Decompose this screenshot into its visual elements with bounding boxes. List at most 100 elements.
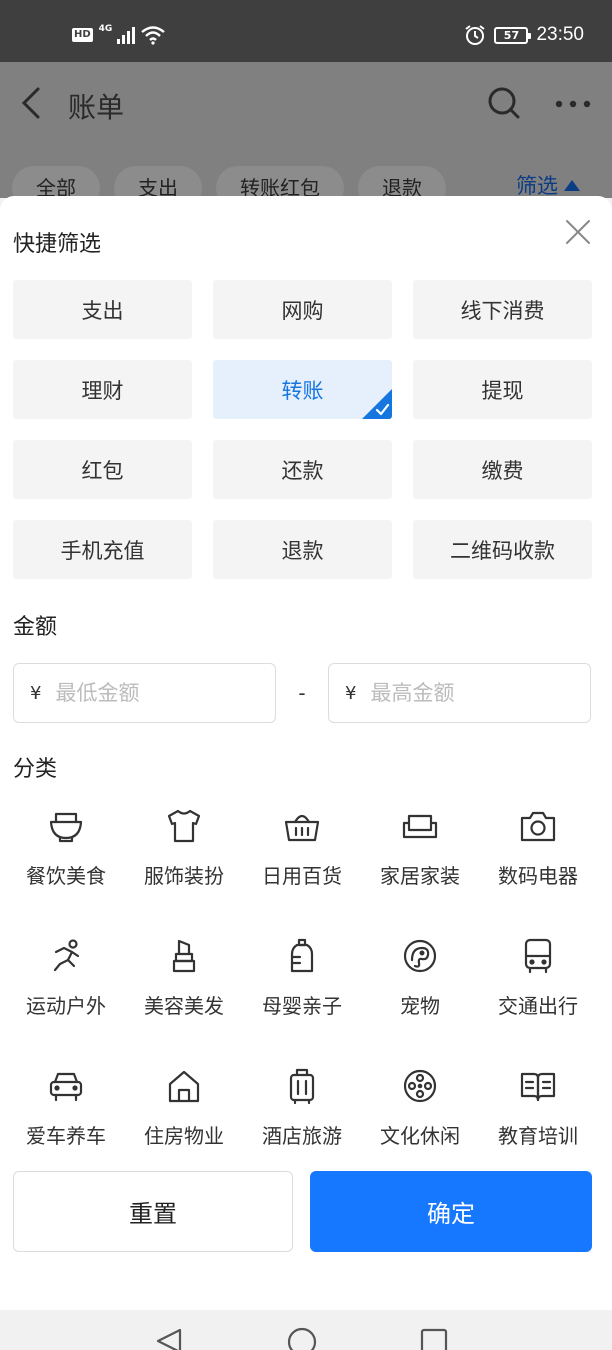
chip-qr-receipt[interactable]: 二维码收款 <box>413 520 592 579</box>
close-icon[interactable] <box>564 218 592 246</box>
house-icon <box>168 1070 200 1103</box>
network-type: 4G <box>98 24 113 34</box>
triangle-up-icon <box>564 179 580 191</box>
chip-label: 提现 <box>481 378 524 403</box>
category-label: 数码电器 <box>498 864 578 888</box>
chip-refund[interactable]: 退款 <box>213 520 392 579</box>
category-label: 爱车养车 <box>26 1124 106 1148</box>
battery-indicator: 57 <box>494 26 532 44</box>
runner-icon <box>53 939 80 972</box>
max-amount-box[interactable]: ¥ <box>328 663 591 723</box>
chip-repayment[interactable]: 还款 <box>213 440 392 499</box>
bowl-icon <box>49 812 83 843</box>
min-amount-input[interactable] <box>55 681 236 705</box>
category-home[interactable]: 家居家装 <box>361 800 479 930</box>
category-label: 美容美发 <box>144 994 224 1018</box>
basket-icon <box>284 814 320 842</box>
category-label: 住房物业 <box>144 1124 224 1148</box>
category-sports[interactable]: 运动户外 <box>7 930 125 1060</box>
category-label: 日用百货 <box>262 864 342 888</box>
more-icon[interactable] <box>553 90 593 118</box>
category-grid: 餐饮美食 服饰装扮 日用百货 家居家装 数码电器 运动户外 美容美发 母婴亲子 … <box>7 800 597 1190</box>
chip-online-shopping[interactable]: 网购 <box>213 280 392 339</box>
back-arrow-icon[interactable] <box>16 86 46 120</box>
category-label: 宠物 <box>400 994 440 1018</box>
chip-label: 二维码收款 <box>450 538 555 563</box>
chip-label: 转账 <box>281 378 324 403</box>
category-beauty[interactable]: 美容美发 <box>125 930 243 1060</box>
hd-badge: HD <box>72 28 93 42</box>
alarm-icon <box>465 25 486 45</box>
chip-mobile-topup[interactable]: 手机充值 <box>13 520 192 579</box>
nav-recent-icon[interactable] <box>420 1328 448 1350</box>
category-label: 家居家装 <box>380 864 460 888</box>
category-label: 交通出行 <box>498 994 578 1018</box>
page-title: 账单 <box>68 91 125 124</box>
category-label: 酒店旅游 <box>262 1124 342 1148</box>
camera-icon <box>520 811 556 842</box>
currency-symbol: ¥ <box>30 682 42 704</box>
car-icon <box>49 1072 83 1102</box>
chip-red-packet[interactable]: 红包 <box>13 440 192 499</box>
amount-title: 金额 <box>13 615 58 640</box>
min-amount-box[interactable]: ¥ <box>13 663 276 723</box>
max-amount-input[interactable] <box>370 681 551 705</box>
signal-icon <box>117 27 136 44</box>
checkmark-icon <box>362 389 392 419</box>
shirt-icon <box>167 809 201 843</box>
chip-expense[interactable]: 支出 <box>13 280 192 339</box>
reset-button[interactable]: 重置 <box>13 1171 293 1252</box>
chip-label: 支出 <box>81 298 124 323</box>
amount-range: ¥ - ¥ <box>13 663 591 723</box>
confirm-button[interactable]: 确定 <box>310 1171 592 1252</box>
chip-offline-spending[interactable]: 线下消费 <box>413 280 592 339</box>
nav-home-icon[interactable] <box>286 1326 318 1350</box>
film-reel-icon <box>403 1069 437 1103</box>
category-label: 餐饮美食 <box>26 864 106 888</box>
quick-filter-grid: 支出 网购 线下消费 理财 转账 提现 红包 还款 缴费 手机充值 退款 二维码… <box>13 280 592 579</box>
chip-label: 理财 <box>81 378 124 403</box>
nav-back-icon[interactable] <box>154 1328 184 1350</box>
luggage-icon <box>289 1068 315 1105</box>
category-label: 服饰装扮 <box>144 864 224 888</box>
baby-bottle-icon <box>290 938 314 973</box>
wifi-icon <box>141 26 166 45</box>
range-separator: - <box>298 681 306 705</box>
category-label: 母婴亲子 <box>262 994 342 1018</box>
category-food[interactable]: 餐饮美食 <box>7 800 125 930</box>
chip-label: 线下消费 <box>460 298 545 323</box>
status-bar: HD 4G 57 23:50 <box>0 0 612 62</box>
currency-symbol: ¥ <box>345 682 357 704</box>
search-icon[interactable] <box>487 86 521 120</box>
chip-wealth[interactable]: 理财 <box>13 360 192 419</box>
category-daily-goods[interactable]: 日用百货 <box>243 800 361 930</box>
chip-label: 网购 <box>281 298 324 323</box>
book-icon <box>520 1072 556 1102</box>
filter-sheet: 快捷筛选 支出 网购 线下消费 理财 转账 提现 红包 还款 缴费 手机充值 退… <box>0 196 612 1310</box>
chip-bill-payment[interactable]: 缴费 <box>413 440 592 499</box>
category-clothing[interactable]: 服饰装扮 <box>125 800 243 930</box>
chip-label: 红包 <box>81 458 124 483</box>
category-transport[interactable]: 交通出行 <box>479 930 597 1060</box>
bus-icon <box>524 938 552 974</box>
chip-label: 还款 <box>281 458 324 483</box>
chip-transfer[interactable]: 转账 <box>213 360 392 419</box>
category-baby[interactable]: 母婴亲子 <box>243 930 361 1060</box>
chip-label: 手机充值 <box>60 538 145 563</box>
category-label: 文化休闲 <box>380 1124 460 1148</box>
page-header: 账单 全部 支出 转账红包 退款 筛选 <box>0 62 612 210</box>
category-pet[interactable]: 宠物 <box>361 930 479 1060</box>
category-label: 运动户外 <box>26 994 106 1018</box>
sofa-icon <box>402 814 438 839</box>
chip-label: 缴费 <box>481 458 524 483</box>
quick-filter-title: 快捷筛选 <box>13 232 102 257</box>
status-right: 57 23:50 <box>464 24 584 46</box>
category-title: 分类 <box>13 757 58 782</box>
clock: 23:50 <box>536 24 584 45</box>
category-label: 教育培训 <box>498 1124 578 1148</box>
chip-withdraw[interactable]: 提现 <box>413 360 592 419</box>
pet-icon <box>403 939 437 973</box>
lipstick-icon <box>172 939 196 973</box>
chip-label: 退款 <box>281 538 324 563</box>
category-electronics[interactable]: 数码电器 <box>479 800 597 930</box>
